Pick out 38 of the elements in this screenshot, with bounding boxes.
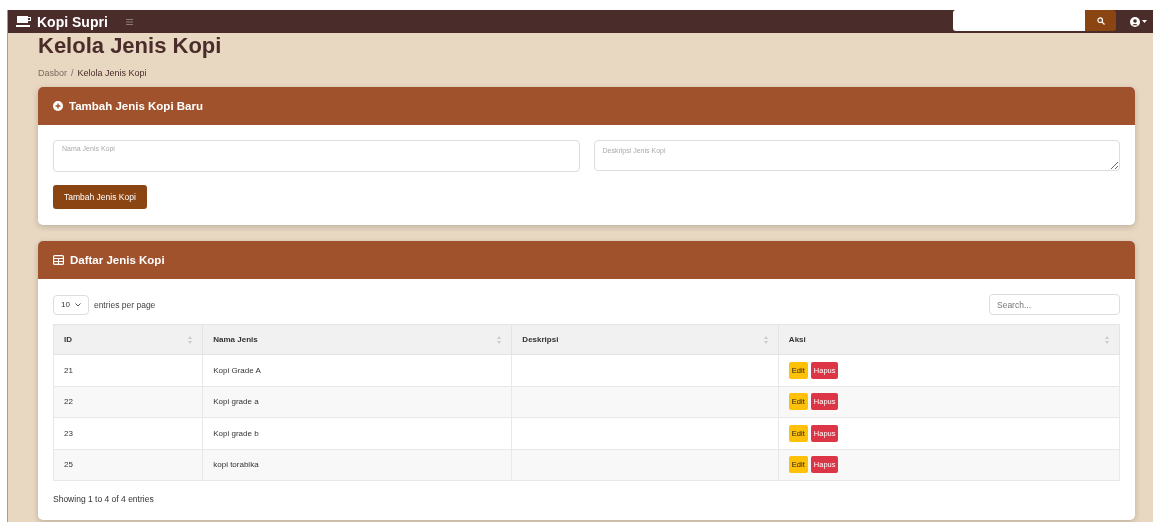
column-header[interactable]: Aksi	[778, 324, 1120, 355]
table-cell: 22	[53, 386, 203, 418]
plus-circle-icon	[53, 101, 63, 111]
search-icon	[1096, 16, 1105, 25]
add-button[interactable]: Tambah Jenis Kopi	[53, 185, 147, 209]
sort-icon	[1105, 335, 1109, 344]
breadcrumb-item: Kelola Jenis Kopi	[77, 68, 147, 78]
table-cell: Kopi Grade A	[202, 354, 512, 386]
page-size-label: entries per page	[93, 299, 156, 310]
table-cell: 21	[53, 354, 203, 386]
coffee-cup-icon	[16, 15, 32, 28]
table-cell: Kopi grade a	[202, 386, 512, 418]
column-header[interactable]: Deskripsi	[511, 324, 779, 355]
column-header[interactable]: ID	[53, 324, 203, 355]
sort-icon	[497, 335, 502, 344]
menu-icon[interactable]	[125, 18, 133, 25]
caret-icon	[1142, 20, 1147, 23]
table-icon	[53, 255, 64, 265]
sort-icon	[188, 335, 193, 344]
page-title: Kelola Jenis Kopi	[38, 33, 223, 59]
table-cell: Kopi grade b	[202, 417, 512, 449]
breadcrumb-separator: /	[71, 68, 74, 78]
column-header[interactable]: Nama Jenis	[202, 324, 512, 355]
brand-name[interactable]: Kopi Supri	[37, 13, 108, 30]
sort-icon	[763, 335, 768, 344]
table-info: Showing 1 to 4 of 4 entries	[53, 494, 155, 504]
table-search-field[interactable]: Search...	[989, 294, 1120, 315]
table-cell: 23	[53, 417, 203, 449]
chevron-down-icon	[74, 302, 81, 307]
table-cell: kopi torabika	[202, 449, 512, 481]
search-button[interactable]	[1085, 10, 1116, 31]
search-field[interactable]	[953, 10, 1085, 31]
user-icon	[1130, 16, 1140, 27]
card-title: Daftar Jenis Kopi	[70, 254, 165, 266]
card-title: Tambah Jenis Kopi Baru	[69, 100, 203, 112]
breadcrumb-item[interactable]: Dasbor	[38, 68, 67, 78]
table-cell: 25	[53, 449, 203, 481]
page-size-select[interactable]: 10	[53, 294, 89, 315]
